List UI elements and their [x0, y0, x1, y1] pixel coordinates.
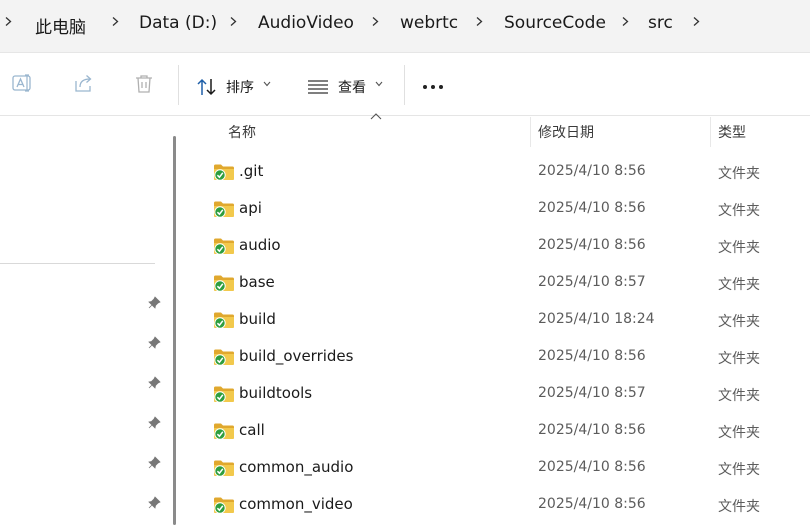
- file-name: common_video: [239, 495, 353, 513]
- folder-sync-icon: [214, 201, 234, 218]
- breadcrumb-item[interactable]: webrtc: [400, 13, 458, 33]
- rename-icon[interactable]: [12, 73, 34, 95]
- file-name: call: [239, 421, 265, 439]
- chevron-right-icon[interactable]: [4, 17, 13, 26]
- pin-icon[interactable]: [148, 296, 161, 309]
- file-row[interactable]: common_video 2025/4/10 8:56 文件夹: [188, 486, 810, 523]
- file-modified: 2025/4/10 8:56: [538, 348, 646, 364]
- delete-icon[interactable]: [133, 73, 155, 95]
- file-row[interactable]: build 2025/4/10 18:24 文件夹: [188, 301, 810, 338]
- chevron-down-icon: [263, 81, 271, 87]
- folder-sync-icon: [214, 164, 234, 181]
- chevron-right-icon[interactable]: [111, 17, 120, 26]
- nav-divider: [0, 263, 155, 264]
- pin-icon[interactable]: [148, 336, 161, 349]
- breadcrumb-item[interactable]: src: [648, 13, 673, 33]
- file-type: 文件夹: [718, 166, 760, 182]
- more-icon: [423, 85, 427, 89]
- file-row[interactable]: audio 2025/4/10 8:56 文件夹: [188, 227, 810, 264]
- file-row[interactable]: buildtools 2025/4/10 8:57 文件夹: [188, 375, 810, 412]
- toolbar-divider: [178, 65, 179, 105]
- pin-icon[interactable]: [148, 496, 161, 509]
- share-icon[interactable]: [73, 73, 95, 95]
- file-modified: 2025/4/10 8:56: [538, 459, 646, 475]
- folder-sync-icon: [214, 460, 234, 477]
- file-modified: 2025/4/10 8:56: [538, 237, 646, 253]
- pin-icon[interactable]: [148, 416, 161, 429]
- file-modified: 2025/4/10 18:24: [538, 311, 655, 327]
- file-type: 文件夹: [718, 462, 760, 478]
- file-name: .git: [239, 162, 264, 180]
- sort-icon: [197, 78, 216, 96]
- nav-scrollbar[interactable]: [173, 136, 176, 525]
- file-modified: 2025/4/10 8:56: [538, 200, 646, 216]
- chevron-right-icon[interactable]: [229, 17, 238, 26]
- chevron-right-icon[interactable]: [621, 17, 630, 26]
- column-divider[interactable]: [710, 117, 711, 147]
- file-type: 文件夹: [718, 499, 760, 515]
- file-modified: 2025/4/10 8:56: [538, 496, 646, 512]
- file-name: base: [239, 273, 275, 291]
- file-row[interactable]: api 2025/4/10 8:56 文件夹: [188, 190, 810, 227]
- chevron-down-icon: [375, 81, 383, 87]
- file-row[interactable]: call 2025/4/10 8:56 文件夹: [188, 412, 810, 449]
- breadcrumb-item[interactable]: AudioVideo: [258, 13, 354, 33]
- file-name: build_overrides: [239, 347, 354, 365]
- pin-icon[interactable]: [148, 456, 161, 469]
- folder-sync-icon: [214, 238, 234, 255]
- file-type: 文件夹: [718, 277, 760, 293]
- breadcrumb-item[interactable]: SourceCode: [504, 13, 606, 33]
- sort-label: 排序: [226, 80, 254, 96]
- chevron-right-icon[interactable]: [475, 17, 484, 26]
- file-name: build: [239, 310, 276, 328]
- column-header-type[interactable]: 类型: [718, 122, 746, 142]
- folder-sync-icon: [214, 423, 234, 440]
- column-header-modified[interactable]: 修改日期: [538, 122, 594, 142]
- file-modified: 2025/4/10 8:56: [538, 422, 646, 438]
- file-name: common_audio: [239, 458, 354, 476]
- toolbar-divider: [404, 65, 405, 105]
- file-type: 文件夹: [718, 203, 760, 219]
- file-modified: 2025/4/10 8:56: [538, 163, 646, 179]
- column-divider[interactable]: [530, 117, 531, 147]
- chevron-right-icon[interactable]: [371, 17, 380, 26]
- folder-sync-icon: [214, 312, 234, 329]
- view-label: 查看: [338, 80, 366, 96]
- file-type: 文件夹: [718, 240, 760, 256]
- file-row[interactable]: build_overrides 2025/4/10 8:56 文件夹: [188, 338, 810, 375]
- breadcrumb-item[interactable]: Data (D:): [139, 13, 217, 33]
- file-type: 文件夹: [718, 314, 760, 330]
- file-name: buildtools: [239, 384, 313, 402]
- file-type: 文件夹: [718, 425, 760, 441]
- file-modified: 2025/4/10 8:57: [538, 385, 646, 401]
- chevron-right-icon[interactable]: [692, 17, 701, 26]
- file-row[interactable]: common_audio 2025/4/10 8:56 文件夹: [188, 449, 810, 486]
- folder-sync-icon: [214, 349, 234, 366]
- file-type: 文件夹: [718, 388, 760, 404]
- folder-sync-icon: [214, 497, 234, 514]
- sort-ascending-icon: [370, 113, 382, 120]
- file-row[interactable]: base 2025/4/10 8:57 文件夹: [188, 264, 810, 301]
- breadcrumb-item[interactable]: 此电脑: [35, 13, 86, 38]
- address-bar[interactable]: 此电脑 Data (D:) AudioVideo webrtc SourceCo…: [0, 0, 810, 53]
- file-type: 文件夹: [718, 351, 760, 367]
- file-name: api: [239, 199, 262, 217]
- column-header-name[interactable]: 名称: [228, 122, 256, 142]
- folder-sync-icon: [214, 275, 234, 292]
- pin-icon[interactable]: [148, 376, 161, 389]
- command-toolbar: 排序 查看: [0, 53, 810, 116]
- file-row[interactable]: .git 2025/4/10 8:56 文件夹: [188, 153, 810, 190]
- file-modified: 2025/4/10 8:57: [538, 274, 646, 290]
- folder-sync-icon: [214, 386, 234, 403]
- file-name: audio: [239, 236, 281, 254]
- view-icon: [308, 80, 328, 94]
